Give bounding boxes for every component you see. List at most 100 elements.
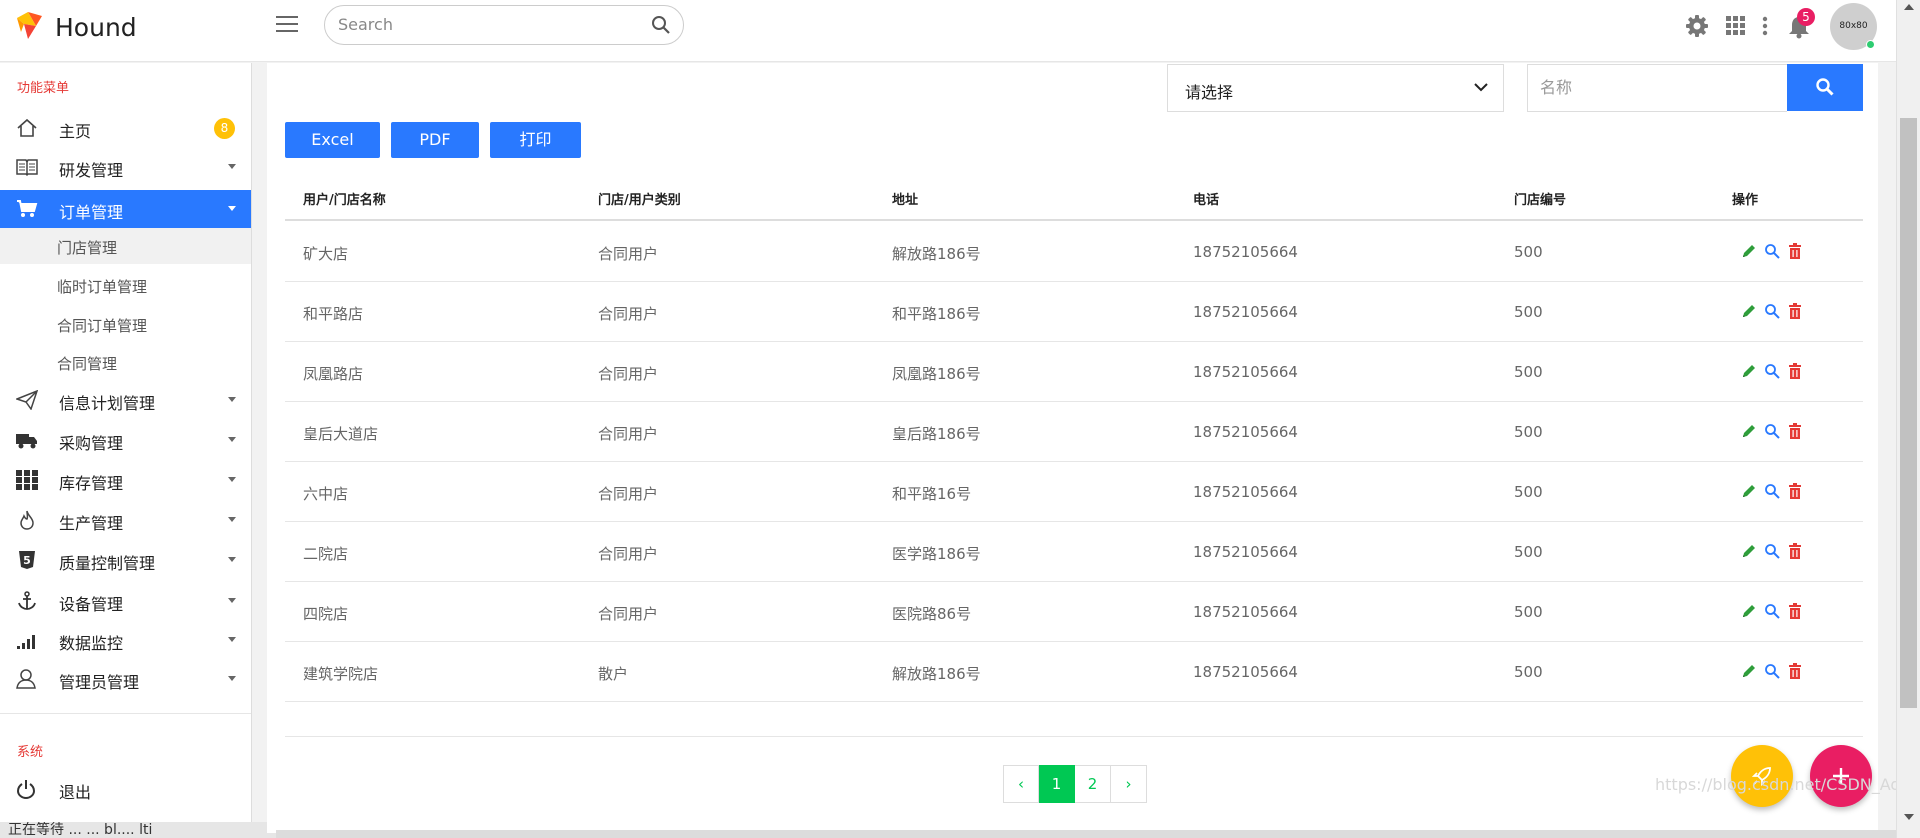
sidebar-subitem-contracts[interactable]: 合同管理: [0, 344, 251, 380]
delete-icon[interactable]: [1788, 423, 1802, 443]
table-row: 二院店 合同用户 医学路186号 18752105664 500: [285, 522, 1863, 582]
table-cell: 18752105664: [1193, 663, 1298, 681]
table-cell: 合同用户: [598, 245, 659, 263]
view-search-icon[interactable]: [1764, 363, 1780, 383]
sidebar-subitem-label: 合同订单管理: [57, 317, 148, 335]
view-search-icon[interactable]: [1764, 483, 1780, 503]
table-cell: 合同用户: [598, 425, 659, 443]
export-pdf-button[interactable]: PDF: [391, 122, 479, 158]
gear-icon[interactable]: [1685, 14, 1709, 38]
sidebar-item-label: 设备管理: [59, 595, 124, 614]
sidebar-item-orders[interactable]: 订单管理: [0, 190, 251, 228]
edit-icon[interactable]: [1741, 483, 1757, 503]
delete-icon[interactable]: [1788, 483, 1802, 503]
delete-icon[interactable]: [1788, 543, 1802, 563]
category-select[interactable]: 请选择: [1167, 64, 1504, 112]
sidebar-item-label: 数据监控: [59, 634, 124, 653]
truck-icon: [16, 434, 37, 449]
name-input[interactable]: [1540, 78, 1770, 97]
table-cell: 合同用户: [598, 305, 659, 323]
svg-text:5: 5: [23, 554, 31, 567]
count-badge: 8: [214, 118, 235, 139]
table-cell: 医学路186号: [892, 545, 981, 563]
view-search-icon[interactable]: [1764, 543, 1780, 563]
sidebar-item-quality[interactable]: 5 质量控制管理: [0, 541, 251, 579]
view-search-icon[interactable]: [1764, 423, 1780, 443]
search-button[interactable]: [1787, 64, 1863, 111]
sidebar-item-inventory[interactable]: 库存管理: [0, 461, 251, 499]
sidebar-item-logout[interactable]: 退出: [0, 770, 251, 808]
more-vertical-icon[interactable]: [1762, 16, 1768, 36]
delete-icon[interactable]: [1788, 243, 1802, 263]
table-cell: 皇后大道店: [303, 425, 379, 443]
sidebar-item-label: 质量控制管理: [59, 554, 156, 573]
table-cell: 散户: [598, 665, 629, 683]
select-value: 请选择: [1185, 83, 1234, 102]
sidebar-item-production[interactable]: 生产管理: [0, 501, 251, 539]
sidebar-item-monitoring[interactable]: 数据监控: [0, 621, 251, 659]
scroll-thumb[interactable]: [1900, 118, 1917, 708]
name-field: [1527, 64, 1787, 112]
edit-icon[interactable]: [1741, 603, 1757, 623]
search-box: [324, 5, 684, 45]
fire-icon: [20, 510, 34, 530]
brand-name: Hound: [55, 13, 137, 42]
scroll-up-arrow[interactable]: [1904, 4, 1914, 10]
chevron-down-icon: [228, 517, 236, 522]
delete-icon[interactable]: [1788, 663, 1802, 683]
table-cell: 18752105664: [1193, 243, 1298, 261]
sidebar-item-rd[interactable]: 研发管理: [0, 148, 251, 186]
table-cell: 凤凰路186号: [892, 365, 981, 383]
view-search-icon[interactable]: [1764, 603, 1780, 623]
view-search-icon[interactable]: [1764, 303, 1780, 323]
chevron-down-icon: [228, 477, 236, 482]
sidebar-item-admins[interactable]: 管理员管理: [0, 660, 251, 698]
print-button[interactable]: 打印: [490, 122, 581, 158]
table-cell: 医院路86号: [892, 605, 972, 623]
sidebar: 功能菜单 主页 8 研发管理 订单管理 门店管理 临时订单管理 合同订单管理 合…: [0, 63, 252, 833]
table-cell: 合同用户: [598, 605, 659, 623]
view-search-icon[interactable]: [1764, 663, 1780, 683]
search-icon: [1816, 78, 1834, 96]
table-row: 建筑学院店 散户 解放路186号 18752105664 500: [285, 642, 1863, 702]
sidebar-item-home[interactable]: 主页 8: [0, 109, 251, 147]
sidebar-subitem-store[interactable]: 门店管理: [0, 228, 251, 264]
sidebar-item-label: 生产管理: [59, 514, 124, 533]
sidebar-item-purchase[interactable]: 采购管理: [0, 421, 251, 459]
page-button[interactable]: 2: [1075, 765, 1111, 803]
sidebar-item-equipment[interactable]: 设备管理: [0, 582, 251, 620]
sidebar-item-plans[interactable]: 信息计划管理: [0, 381, 251, 419]
horizontal-scrollbar[interactable]: [276, 830, 1896, 838]
prev-page-button[interactable]: ‹: [1003, 765, 1039, 803]
menu-toggle-icon[interactable]: [276, 16, 298, 34]
sidebar-subitem-temp-orders[interactable]: 临时订单管理: [0, 267, 251, 303]
edit-icon[interactable]: [1741, 663, 1757, 683]
scroll-down-arrow[interactable]: [1904, 814, 1914, 820]
column-header: 门店/用户类别: [598, 193, 681, 208]
edit-icon[interactable]: [1741, 243, 1757, 263]
page-button[interactable]: 1: [1039, 765, 1075, 803]
vertical-scrollbar[interactable]: [1896, 0, 1920, 838]
edit-icon[interactable]: [1741, 303, 1757, 323]
delete-icon[interactable]: [1788, 603, 1802, 623]
view-search-icon[interactable]: [1764, 243, 1780, 263]
search-icon[interactable]: [651, 15, 671, 35]
apps-grid-icon[interactable]: [1726, 16, 1746, 36]
delete-icon[interactable]: [1788, 303, 1802, 323]
edit-icon[interactable]: [1741, 423, 1757, 443]
edit-icon[interactable]: [1741, 543, 1757, 563]
search-input[interactable]: [338, 15, 638, 34]
table-cell: 建筑学院店: [303, 665, 379, 683]
next-page-button[interactable]: ›: [1111, 765, 1147, 803]
section-label-system: 系统: [17, 745, 44, 760]
table-cell: 500: [1514, 603, 1543, 621]
delete-icon[interactable]: [1788, 363, 1802, 383]
column-header: 操作: [1732, 193, 1759, 208]
sidebar-item-label: 信息计划管理: [59, 394, 156, 413]
table-cell: 18752105664: [1193, 543, 1298, 561]
sidebar-subitem-contract-orders[interactable]: 合同订单管理: [0, 306, 251, 342]
export-excel-button[interactable]: Excel: [285, 122, 380, 158]
edit-icon[interactable]: [1741, 363, 1757, 383]
sidebar-item-label: 主页: [59, 122, 92, 141]
table-header: 用户/门店名称 门店/用户类别 地址 电话 门店编号 操作: [285, 176, 1863, 221]
